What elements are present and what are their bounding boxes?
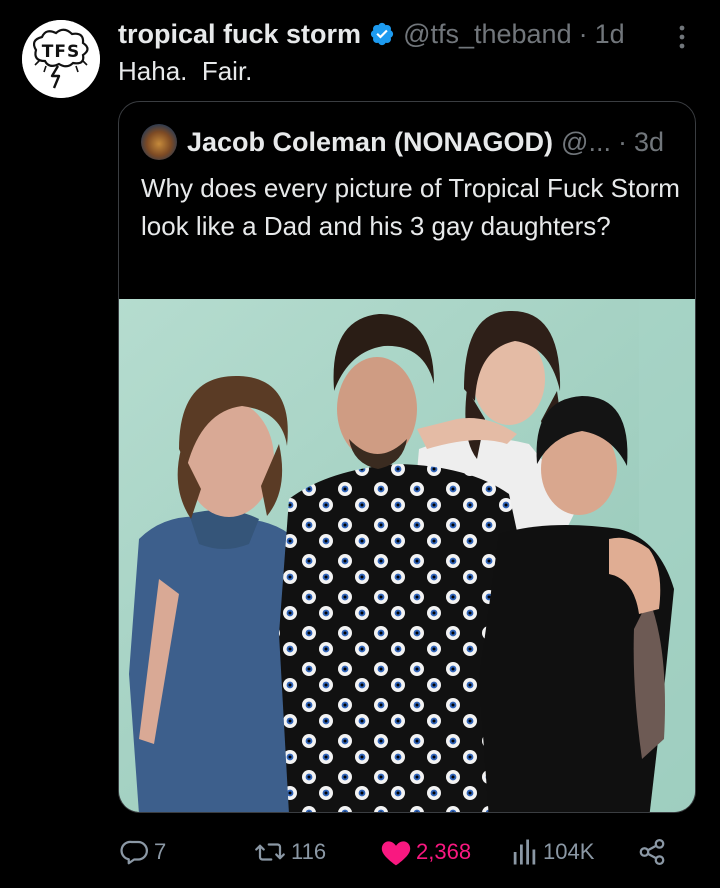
author-name[interactable]: tropical fuck storm xyxy=(118,19,361,50)
quoted-post-text: Why does every picture of Tropical Fuck … xyxy=(141,173,680,241)
post-time[interactable]: 1d xyxy=(595,19,625,50)
like-count: 2,368 xyxy=(416,839,472,864)
quoted-separator-dot: · xyxy=(617,126,627,157)
tfs-logo-text: TFS xyxy=(42,42,80,62)
quoted-post[interactable]: Jacob Coleman (NONAGOD) @... · 3d Why do… xyxy=(118,101,696,813)
post-header: tropical fuck storm @tfs_theband · 1d xyxy=(118,16,625,52)
views-button[interactable]: 104K xyxy=(511,830,594,874)
quoted-post-photo[interactable] xyxy=(119,299,695,812)
author-handle[interactable]: @tfs_theband xyxy=(403,19,572,50)
separator-dot: · xyxy=(578,18,588,49)
like-button[interactable]: 2,368 xyxy=(380,830,471,874)
tweet: TFS tropical fuck storm @tfs_theband · 1… xyxy=(0,0,720,888)
verified-badge-icon xyxy=(369,21,395,47)
action-bar: 7 116 2,368 104K xyxy=(118,830,678,874)
tfs-logo-icon: TFS xyxy=(22,20,100,98)
reply-button[interactable]: 7 xyxy=(120,830,166,874)
share-button[interactable] xyxy=(636,830,668,874)
repost-count: 116 xyxy=(291,839,327,864)
views-bar-chart-icon xyxy=(513,839,536,865)
post-text: Haha. Fair. xyxy=(118,56,253,86)
quoted-author-avatar xyxy=(141,124,177,160)
repost-icon xyxy=(255,843,285,861)
quoted-author-name: Jacob Coleman (NONAGOD) xyxy=(187,126,554,157)
reply-icon xyxy=(120,840,148,865)
heart-filled-icon xyxy=(381,841,411,866)
quoted-post-time: 3d xyxy=(633,126,665,157)
more-vertical-icon xyxy=(679,25,685,49)
quoted-post-header: Jacob Coleman (NONAGOD) @... · 3d xyxy=(141,122,664,162)
band-photo-image xyxy=(119,299,695,812)
author-avatar[interactable]: TFS xyxy=(22,20,100,98)
share-icon xyxy=(639,839,665,865)
view-count: 104K xyxy=(543,839,595,864)
reply-count: 7 xyxy=(154,839,167,864)
more-options-button[interactable] xyxy=(672,22,692,52)
quoted-author-handle: @... xyxy=(561,126,611,157)
repost-button[interactable]: 116 xyxy=(253,830,326,874)
